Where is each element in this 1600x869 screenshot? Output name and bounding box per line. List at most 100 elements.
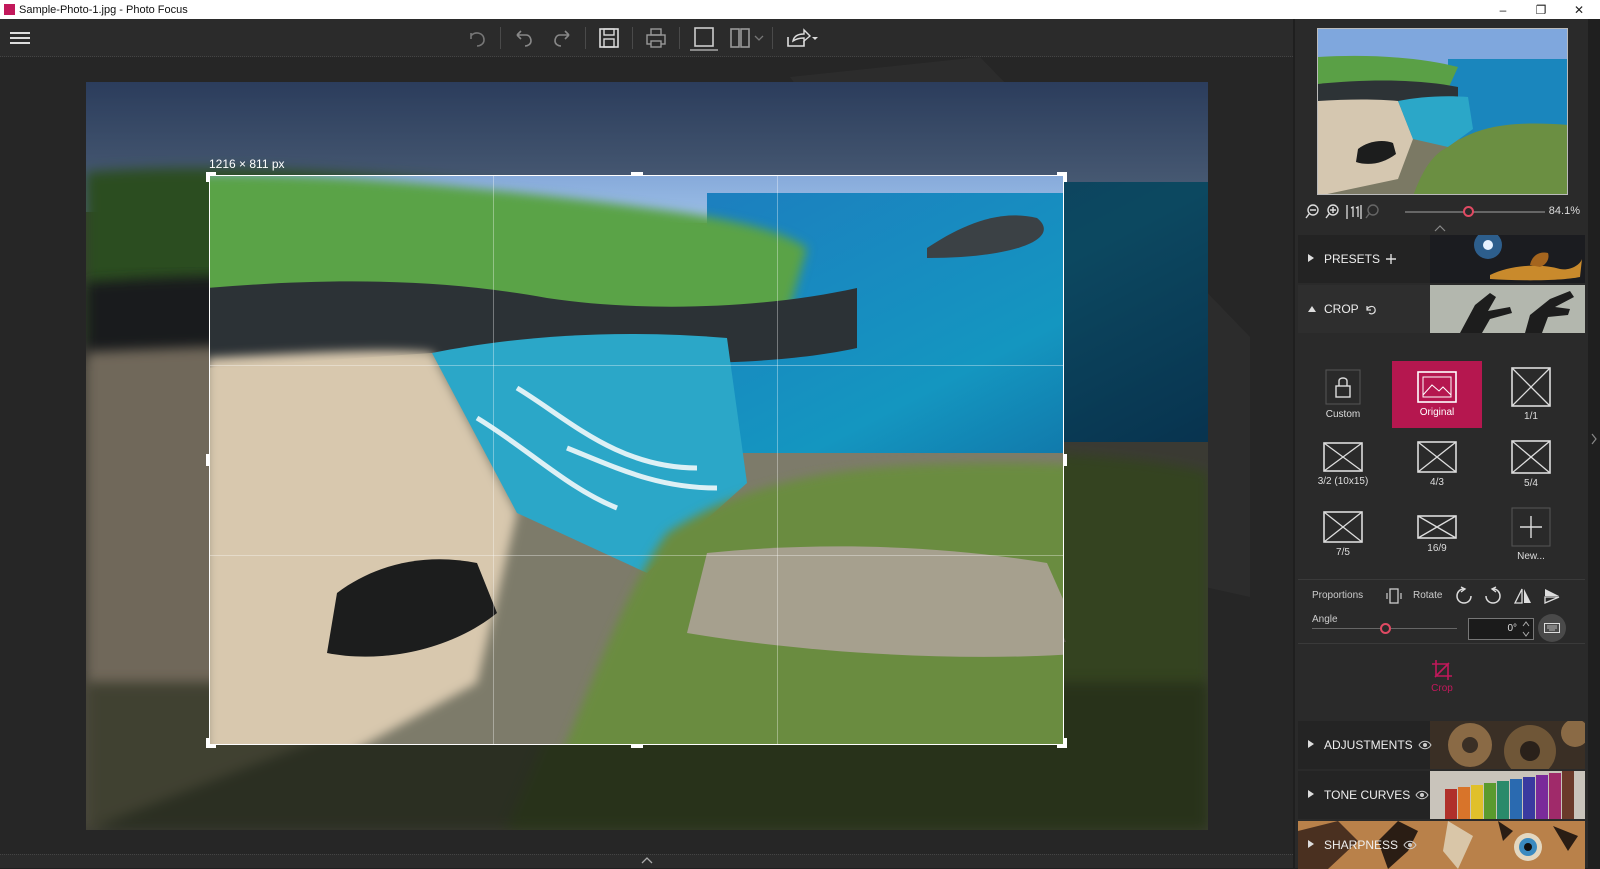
ratio-3-2[interactable]: 3/2 (10x15): [1298, 431, 1388, 498]
undo-all-button[interactable]: [463, 25, 491, 51]
image-canvas[interactable]: 1216 × 811 px: [0, 57, 1293, 854]
crop-frame[interactable]: [209, 175, 1064, 745]
chevron-up-icon[interactable]: [641, 857, 653, 865]
actual-size-icon[interactable]: [1345, 203, 1363, 221]
expand-arrow-icon: [1308, 254, 1314, 262]
crop-handle-bottom-left[interactable]: [206, 738, 209, 748]
toolbar: [0, 19, 1293, 57]
section-adjustments-label: ADJUSTMENTS: [1324, 738, 1413, 752]
lock-icon: [1325, 369, 1361, 405]
keyboard-button[interactable]: [1538, 614, 1566, 642]
flip-horizontal-icon[interactable]: [1513, 586, 1533, 606]
flip-vertical-icon[interactable]: [1542, 586, 1562, 606]
ratio-icon: [1511, 367, 1551, 407]
rotate-label: Rotate: [1413, 590, 1443, 601]
crop-handle-left[interactable]: [206, 454, 209, 466]
eye-icon[interactable]: [1403, 840, 1417, 850]
rotate-left-icon[interactable]: [1454, 586, 1474, 606]
crop-handle-bottom-right[interactable]: [1064, 738, 1067, 748]
undo-button[interactable]: [510, 25, 538, 51]
close-button[interactable]: ✕: [1560, 0, 1598, 19]
crop-grid-line: [493, 176, 494, 744]
apply-crop-button[interactable]: Crop: [1422, 659, 1462, 701]
section-crop-label: CROP: [1324, 302, 1359, 316]
zoom-controls: 84.1%: [1305, 202, 1580, 222]
tone-curves-art-pencils: [1430, 771, 1585, 819]
angle-label: Angle: [1312, 614, 1338, 625]
redo-button[interactable]: [548, 25, 576, 51]
single-view-icon: [694, 27, 714, 47]
crop-grid-line: [777, 176, 778, 744]
ratio-5-4[interactable]: 5/4: [1486, 431, 1576, 498]
share-button[interactable]: [782, 25, 822, 51]
zoom-slider-knob[interactable]: [1463, 206, 1474, 217]
presets-art-lamp: [1430, 235, 1585, 283]
collapse-arrow-icon: [1308, 306, 1316, 312]
ratio-16-9[interactable]: 16/9: [1392, 501, 1482, 568]
eye-icon[interactable]: [1415, 790, 1429, 800]
restore-button[interactable]: ❐: [1522, 0, 1560, 19]
menu-button[interactable]: [6, 25, 34, 51]
proportions-icon[interactable]: [1385, 587, 1403, 605]
ratio-custom[interactable]: Custom: [1298, 361, 1388, 428]
crop-grid-line: [210, 555, 1063, 556]
chevron-down-icon: [754, 35, 764, 41]
image-icon: [1417, 371, 1457, 403]
save-button[interactable]: [595, 25, 623, 51]
zoom-in-icon[interactable]: [1325, 203, 1343, 221]
ratio-7-5[interactable]: 7/5: [1298, 501, 1388, 568]
fit-to-screen-icon[interactable]: [1365, 203, 1383, 221]
split-view-button[interactable]: [726, 25, 754, 51]
zoom-out-icon[interactable]: [1305, 203, 1323, 221]
section-presets-label: PRESETS: [1324, 252, 1381, 266]
keyboard-icon: [1544, 623, 1560, 633]
adjustments-art-gears: [1430, 721, 1585, 769]
ratio-label: 5/4: [1524, 478, 1538, 489]
crop-handle-top[interactable]: [631, 172, 643, 175]
single-view-button[interactable]: [690, 25, 718, 51]
zoom-percent: 84.1%: [1548, 205, 1580, 217]
reset-crop-icon[interactable]: [1364, 303, 1376, 315]
section-adjustments[interactable]: ADJUSTMENTS: [1298, 721, 1585, 769]
panel-scroll-strip[interactable]: [1588, 19, 1600, 868]
section-sharpness[interactable]: SHARPNESS: [1298, 821, 1585, 869]
section-crop[interactable]: CROP: [1298, 285, 1585, 333]
navigator-thumbnail[interactable]: [1317, 28, 1568, 195]
ratio-4-3[interactable]: 4/3: [1392, 431, 1482, 498]
chevron-right-icon[interactable]: [1590, 433, 1598, 445]
crop-handle-right[interactable]: [1064, 454, 1067, 466]
collapse-navigator-icon[interactable]: [1434, 225, 1446, 233]
rotate-right-icon[interactable]: [1483, 586, 1503, 606]
add-preset-icon[interactable]: [1385, 253, 1397, 265]
crop-handle-top-right[interactable]: [1064, 172, 1067, 182]
expand-arrow-icon: [1308, 790, 1314, 798]
expand-arrow-icon: [1308, 840, 1314, 848]
ratio-label: Custom: [1325, 409, 1361, 420]
print-button[interactable]: [642, 25, 670, 51]
angle-slider-knob[interactable]: [1379, 623, 1391, 634]
printer-icon: [646, 28, 666, 48]
eye-icon[interactable]: [1418, 740, 1432, 750]
apply-crop-label: Crop: [1431, 683, 1453, 694]
view-dropdown-button[interactable]: [752, 25, 766, 51]
section-sharpness-label: SHARPNESS: [1324, 838, 1399, 852]
section-presets[interactable]: PRESETS: [1298, 235, 1585, 283]
app-icon: [4, 4, 15, 15]
zoom-slider-track[interactable]: [1405, 211, 1545, 213]
ratio-1-1[interactable]: 1/1: [1486, 361, 1576, 428]
split-view-icon: [730, 28, 750, 48]
section-tone-curves[interactable]: TONE CURVES: [1298, 771, 1585, 819]
ratio-original[interactable]: Original: [1392, 361, 1482, 428]
expand-arrow-icon: [1308, 740, 1314, 748]
crop-art-hands: [1430, 285, 1585, 333]
angle-spinner-icon[interactable]: [1522, 619, 1530, 639]
ratio-label: Original: [1419, 407, 1455, 418]
ratio-label: 3/2 (10x15): [1317, 476, 1369, 487]
ratio-label: 16/9: [1427, 543, 1447, 554]
ratio-new[interactable]: New...: [1486, 501, 1576, 568]
crop-preview: [210, 176, 1063, 744]
minimize-button[interactable]: –: [1484, 0, 1522, 19]
crop-handle-top-left[interactable]: [206, 172, 209, 182]
crop-handle-bottom[interactable]: [631, 745, 643, 748]
navigator-preview-image: [1318, 29, 1567, 194]
